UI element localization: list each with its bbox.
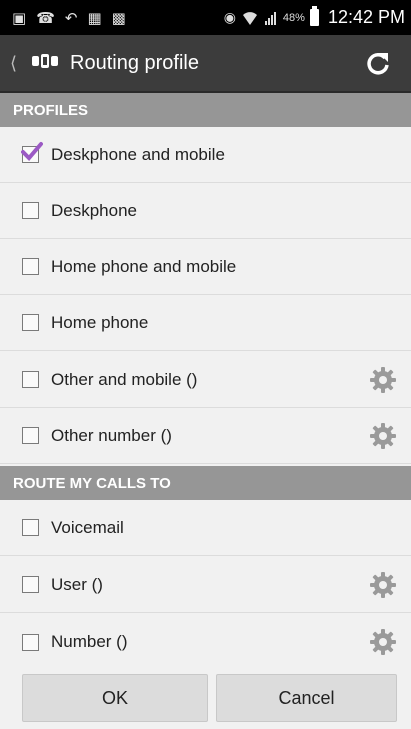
button-bar: OK Cancel <box>0 672 411 729</box>
missed-call-icon: ☎ <box>36 9 55 27</box>
refresh-button[interactable] <box>363 48 393 78</box>
app-logo-icon[interactable] <box>32 53 58 73</box>
checkbox[interactable] <box>22 519 39 536</box>
route-item-label: Voicemail <box>51 517 124 537</box>
gear-icon[interactable] <box>369 366 397 394</box>
profile-item-label: Home phone <box>51 312 149 332</box>
section-header-profiles: PROFILES <box>0 93 411 127</box>
profile-item-deskphone[interactable]: Deskphone <box>0 183 411 239</box>
app-notification-icon: ▩ <box>111 9 126 27</box>
route-item-voicemail[interactable]: Voicemail <box>0 500 411 556</box>
gear-icon[interactable] <box>369 422 397 450</box>
route-item-user[interactable]: User () <box>0 557 411 613</box>
page-title: Routing profile <box>70 51 199 74</box>
battery-percent: 48% <box>282 11 305 24</box>
checkbox[interactable] <box>22 314 39 331</box>
eye-icon: ◉ <box>223 9 236 25</box>
profile-item-home-phone[interactable]: Home phone <box>0 295 411 351</box>
route-item-label: User () <box>51 574 103 594</box>
battery-icon <box>309 6 319 26</box>
ok-button[interactable]: OK <box>22 674 208 722</box>
profile-item-home-phone-and-mobile[interactable]: Home phone and mobile <box>0 239 411 295</box>
gear-icon[interactable] <box>369 628 397 656</box>
action-bar: ⟨ Routing profile <box>0 35 411 93</box>
checkbox[interactable] <box>22 202 39 219</box>
checkmark-icon <box>21 142 43 161</box>
profile-item-other-and-mobile[interactable]: Other and mobile () <box>0 352 411 408</box>
route-item-number[interactable]: Number () <box>0 614 411 670</box>
section-header-route-calls: ROUTE MY CALLS TO <box>0 466 411 500</box>
message-icon: ▦ <box>87 9 102 27</box>
checkbox[interactable] <box>22 371 39 388</box>
profile-item-label: Home phone and mobile <box>51 256 237 276</box>
back-chevron-icon[interactable]: ⟨ <box>0 53 24 74</box>
status-time: 12:42 PM <box>327 7 405 27</box>
status-bar: ▣ ☎ ↶ ▦ ▩ ◉ 48% 12:42 PM <box>0 0 411 35</box>
profile-item-label: Deskphone <box>51 200 138 220</box>
route-item-label: Number () <box>51 632 128 651</box>
profile-item-label: Other number () <box>51 425 172 445</box>
checkbox[interactable] <box>22 633 39 651</box>
cancel-button[interactable]: Cancel <box>216 674 397 722</box>
call-forward-icon: ↶ <box>64 9 78 27</box>
profile-item-deskphone-and-mobile[interactable]: Deskphone and mobile <box>0 127 411 183</box>
wifi-icon <box>242 11 257 25</box>
checkbox[interactable] <box>22 258 39 275</box>
image-notification-icon: ▣ <box>12 9 27 27</box>
gear-icon[interactable] <box>369 571 397 599</box>
refresh-icon <box>367 53 389 75</box>
profile-item-label: Deskphone and mobile <box>51 144 225 164</box>
checkbox-checked[interactable] <box>21 142 43 163</box>
profile-item-label: Other and mobile () <box>51 369 198 389</box>
signal-icon <box>264 11 276 25</box>
checkbox[interactable] <box>22 427 39 444</box>
checkbox[interactable] <box>22 576 39 593</box>
profile-item-other-number[interactable]: Other number () <box>0 408 411 464</box>
